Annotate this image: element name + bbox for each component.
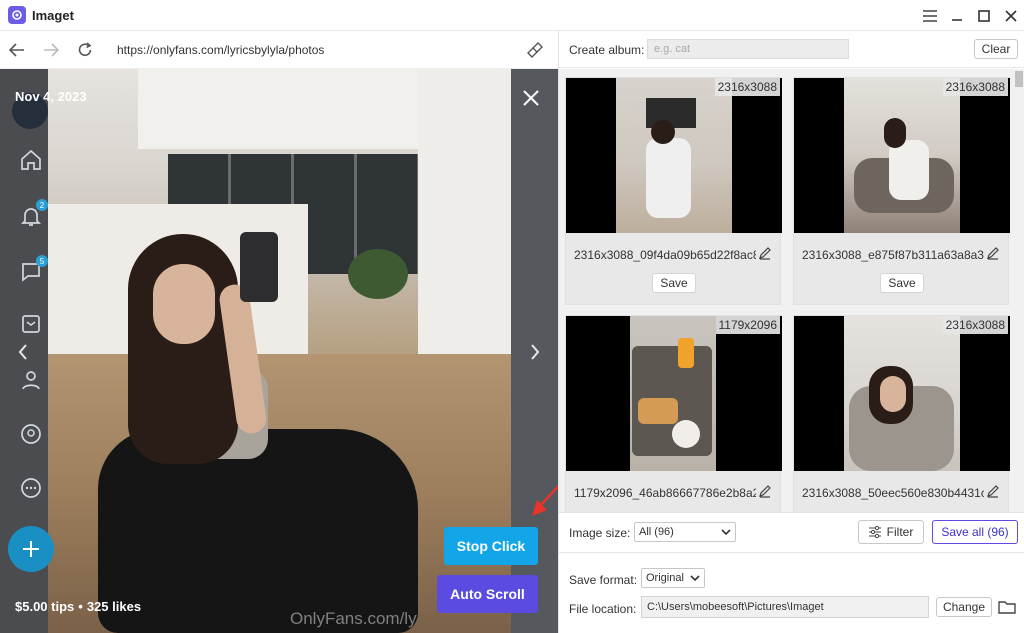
save-button[interactable]: Save — [880, 273, 924, 293]
scrollbar[interactable] — [1013, 69, 1024, 512]
filter-label: Filter — [886, 525, 914, 539]
image-card[interactable]: 2316x3088 2316x3088_e875f87b311a63a8a3a3… — [793, 77, 1010, 305]
image-card[interactable]: 2316x3088 2316x3088_50eec560e830b4431ccl — [793, 315, 1010, 512]
image-filename: 1179x2096_46ab86667786e2b8a27 — [574, 486, 756, 500]
image-thumbnail[interactable] — [794, 316, 1010, 471]
image-thumbnail[interactable] — [566, 316, 782, 471]
forward-icon[interactable] — [34, 31, 68, 69]
file-location-label: File location: — [569, 602, 637, 616]
image-dimensions: 1179x2096 — [715, 316, 780, 334]
image-size-label: Image size: — [569, 526, 631, 540]
image-dimensions: 2316x3088 — [942, 78, 1008, 96]
stats-separator: • — [78, 599, 83, 614]
bell-icon[interactable]: 2 — [16, 199, 48, 231]
close-window-icon[interactable] — [997, 0, 1024, 31]
folder-icon[interactable] — [997, 597, 1017, 617]
auto-scroll-button[interactable]: Auto Scroll — [437, 575, 538, 613]
edit-filename-icon[interactable] — [986, 484, 1000, 498]
browser-toolbar — [0, 31, 558, 69]
next-photo-icon[interactable] — [524, 341, 546, 363]
previous-photo-icon[interactable] — [12, 341, 34, 363]
likes-count: 325 likes — [86, 599, 142, 614]
red-arrow-icon — [532, 484, 558, 516]
home-icon[interactable] — [16, 145, 46, 175]
url-input[interactable] — [112, 39, 512, 61]
watermark: OnlyFans.com/ly — [290, 609, 417, 628]
image-dimensions: 2316x3088 — [714, 78, 780, 96]
broom-icon[interactable] — [520, 37, 550, 63]
downloader-panel: Create album: Clear 2316x3088 2316x3088_… — [558, 31, 1024, 633]
image-thumbnail[interactable] — [566, 78, 782, 233]
file-location-input[interactable] — [641, 596, 929, 618]
image-card[interactable]: 1179x2096 1179x2096_46ab86667786e2b8a27 — [565, 315, 782, 512]
post-date: Nov 4, 2023 — [15, 89, 87, 104]
messages-badge: 5 — [36, 255, 48, 267]
image-dimensions: 2316x3088 — [942, 316, 1008, 334]
album-name-input[interactable] — [647, 39, 849, 59]
stop-click-button[interactable]: Stop Click — [444, 527, 538, 565]
edit-filename-icon[interactable] — [758, 246, 772, 260]
new-post-button[interactable] — [8, 526, 54, 572]
chevron-down-icon — [690, 575, 700, 581]
save-format-value: Original — [646, 572, 684, 584]
image-size-select[interactable]: All (96) — [634, 522, 736, 542]
refresh-icon[interactable] — [68, 31, 102, 69]
viewer-photo — [48, 69, 511, 633]
app-logo-icon — [8, 6, 26, 24]
tips-count: $5.00 tips — [15, 599, 75, 614]
image-card[interactable]: 2316x3088 2316x3088_09f4da09b65d22f8ac8c… — [565, 77, 782, 305]
photo-viewer: Nov 4, 2023 2 5 $5.00 tips • 325 likes Onl… — [0, 69, 558, 633]
notification-badge: 2 — [36, 199, 48, 211]
save-button[interactable]: Save — [652, 273, 696, 293]
scrollbar-thumb[interactable] — [1015, 71, 1023, 87]
change-location-button[interactable]: Change — [936, 597, 992, 617]
back-icon[interactable] — [0, 31, 34, 69]
clear-button[interactable]: Clear — [974, 39, 1018, 59]
title-bar: Imaget — [0, 0, 1024, 31]
subscriptions-icon[interactable] — [16, 365, 46, 395]
edit-filename-icon[interactable] — [986, 246, 1000, 260]
image-filename: 2316x3088_50eec560e830b4431ccl — [802, 486, 984, 500]
profile-icon[interactable] — [16, 419, 46, 449]
bottom-controls: Image size: All (96) Filter Save all (96… — [559, 512, 1024, 633]
edit-filename-icon[interactable] — [758, 484, 772, 498]
create-album-label: Create album: — [569, 43, 645, 57]
image-size-value: All (96) — [639, 526, 674, 538]
image-filename: 2316x3088_e875f87b311a63a8a3a3 — [802, 248, 984, 262]
filter-sliders-icon — [868, 526, 881, 538]
maximize-icon[interactable] — [970, 0, 997, 31]
save-format-select[interactable]: Original — [641, 568, 705, 588]
messages-icon[interactable]: 5 — [16, 255, 48, 287]
minimize-icon[interactable] — [943, 0, 970, 31]
more-icon[interactable] — [16, 473, 46, 503]
collections-icon[interactable] — [16, 309, 46, 339]
filter-button[interactable]: Filter — [858, 520, 924, 544]
album-row: Create album: Clear — [559, 31, 1024, 68]
image-grid: 2316x3088 2316x3088_09f4da09b65d22f8ac8c… — [559, 69, 1024, 512]
chevron-down-icon — [721, 529, 731, 535]
close-viewer-icon[interactable] — [518, 85, 544, 111]
app-title: Imaget — [32, 7, 74, 23]
image-filename: 2316x3088_09f4da09b65d22f8ac8c — [574, 248, 756, 262]
save-format-label: Save format: — [569, 573, 638, 587]
menu-icon[interactable] — [916, 0, 943, 31]
save-all-button[interactable]: Save all (96) — [932, 520, 1018, 544]
post-stats: $5.00 tips • 325 likes — [15, 599, 141, 614]
image-thumbnail[interactable] — [794, 78, 1010, 233]
